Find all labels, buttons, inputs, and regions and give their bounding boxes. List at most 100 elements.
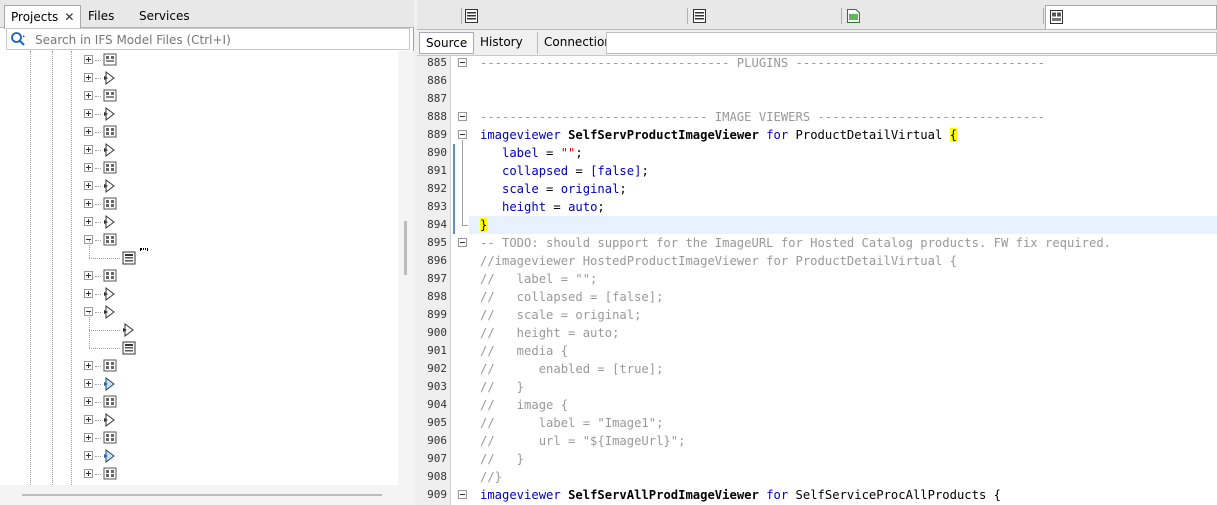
- tree-item[interactable]: [0, 267, 398, 285]
- tree-item[interactable]: [0, 177, 398, 195]
- tree-item[interactable]: [0, 105, 398, 123]
- code-line: // collapsed = [false];: [480, 288, 663, 306]
- code-line: // label = "Image1";: [480, 414, 663, 432]
- tree-item[interactable]: [0, 231, 398, 249]
- expand-icon[interactable]: [84, 451, 93, 460]
- tab-projects[interactable]: Projects ✕: [4, 5, 82, 29]
- fold-collapse-icon[interactable]: [458, 58, 467, 67]
- document-tab[interactable]: [423, 5, 459, 29]
- tree-item[interactable]: [0, 141, 398, 159]
- code-property: collapsed: [480, 164, 569, 178]
- tree-item[interactable]: [0, 240, 398, 267]
- fold-collapse-icon[interactable]: [458, 112, 467, 121]
- search-box[interactable]: [6, 28, 410, 50]
- code-line: collapsed = [false];: [480, 162, 649, 180]
- line-number: 893: [427, 200, 447, 213]
- expand-icon[interactable]: [84, 433, 93, 442]
- tree-item[interactable]: [0, 465, 398, 483]
- expand-icon[interactable]: [84, 271, 93, 280]
- tree-item[interactable]: [0, 285, 398, 303]
- tab-label: Projects: [11, 10, 59, 24]
- tree-item[interactable]: [0, 330, 398, 357]
- line-number: 890: [427, 146, 447, 159]
- expand-icon[interactable]: [84, 91, 93, 100]
- fold-collapse-icon[interactable]: [458, 130, 467, 139]
- expand-icon[interactable]: [84, 415, 93, 424]
- source-button[interactable]: Source: [419, 32, 475, 54]
- tree-item[interactable]: [0, 213, 398, 231]
- code-comment: //imageviewer HostedProductImageViewer f…: [480, 254, 957, 268]
- fold-collapse-icon[interactable]: [458, 490, 467, 499]
- line-number: 889: [427, 128, 447, 141]
- close-icon[interactable]: ✕: [64, 10, 74, 24]
- tree-horizontal-scrollbar[interactable]: [0, 485, 414, 505]
- tree-item[interactable]: [0, 303, 398, 321]
- fold-guide-line: [462, 140, 463, 226]
- expand-icon[interactable]: [84, 199, 93, 208]
- tree-item[interactable]: [0, 375, 398, 393]
- line-number: 894: [427, 218, 447, 231]
- history-button[interactable]: History: [474, 32, 529, 54]
- expand-icon[interactable]: [84, 109, 93, 118]
- document-tab[interactable]: [1045, 5, 1217, 29]
- tree-item[interactable]: [0, 393, 398, 411]
- code-line: // }: [480, 450, 524, 468]
- code-type: SelfServiceProcAllProducts: [795, 488, 987, 502]
- tree-item[interactable]: [0, 51, 398, 69]
- document-tab[interactable]: [461, 5, 685, 29]
- fold-collapse-icon[interactable]: [458, 238, 467, 247]
- left-tab-bar: Projects ✕ Files Services: [0, 0, 414, 29]
- code-editor[interactable]: 885 886 887 888 889 890 891 892 893 894 895 896 897 8…: [417, 56, 1217, 505]
- expand-icon[interactable]: [84, 379, 93, 388]
- expand-icon[interactable]: [84, 127, 93, 136]
- tree-item[interactable]: [0, 429, 398, 447]
- code-comment: // height = auto;: [480, 326, 620, 340]
- tree-item[interactable]: [0, 447, 398, 465]
- tab-separator: [687, 8, 688, 24]
- code-value: original: [560, 182, 620, 196]
- document-tab[interactable]: [689, 5, 839, 29]
- expand-icon[interactable]: [84, 469, 93, 478]
- line-number: 888: [427, 110, 447, 123]
- tab-separator: [841, 8, 842, 24]
- code-comment: // collapsed = [false];: [480, 290, 664, 304]
- tree-item[interactable]: [0, 159, 398, 177]
- document-tab[interactable]: [843, 5, 1041, 29]
- editor-toolbar: Source History Connection:: [417, 30, 1217, 56]
- tab-label: Files: [88, 9, 115, 23]
- code-operator: =: [538, 182, 561, 196]
- expand-icon[interactable]: [84, 163, 93, 172]
- search-icon: [11, 32, 25, 46]
- expand-icon[interactable]: [84, 55, 93, 64]
- tree-item[interactable]: [0, 69, 398, 87]
- tree-item[interactable]: [0, 411, 398, 429]
- project-tree[interactable]: [0, 51, 398, 485]
- scrollbar-thumb[interactable]: [404, 221, 407, 275]
- line-number: 909: [427, 488, 447, 501]
- tree-vertical-scrollbar[interactable]: [398, 51, 414, 485]
- tree-item[interactable]: [0, 357, 398, 375]
- expand-icon[interactable]: [84, 217, 93, 226]
- code-punctuation: ;: [641, 164, 649, 178]
- line-number: 905: [427, 416, 447, 429]
- search-input[interactable]: [35, 31, 405, 48]
- line-number: 908: [427, 470, 447, 483]
- expand-icon[interactable]: [84, 73, 93, 82]
- expand-icon[interactable]: [84, 145, 93, 154]
- tab-services[interactable]: Services: [133, 5, 196, 28]
- connection-field[interactable]: [606, 32, 1217, 54]
- scrollbar-thumb[interactable]: [22, 494, 382, 496]
- tree-item[interactable]: [0, 312, 398, 339]
- line-number: 898: [427, 290, 447, 303]
- code-line: // url = "${ImageUrl}";: [480, 432, 685, 450]
- tree-item[interactable]: [0, 195, 398, 213]
- document-tab-bar: [417, 0, 1217, 30]
- tab-label: Services: [139, 9, 190, 23]
- expand-icon[interactable]: [84, 289, 93, 298]
- tree-item[interactable]: [0, 123, 398, 141]
- tree-item[interactable]: [0, 87, 398, 105]
- expand-icon[interactable]: [84, 397, 93, 406]
- tab-files[interactable]: Files: [82, 5, 120, 28]
- expand-icon[interactable]: [84, 361, 93, 370]
- expand-icon[interactable]: [84, 181, 93, 190]
